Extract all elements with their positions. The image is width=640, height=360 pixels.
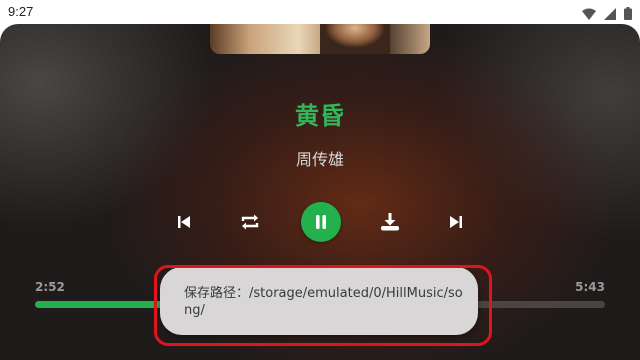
download-icon — [381, 213, 399, 231]
toast-text: 保存路径：/storage/emulated/0/HillMusic/song/ — [184, 286, 463, 318]
repeat-icon — [241, 214, 259, 230]
status-bar: 9:27 — [0, 0, 640, 24]
skip-previous-icon — [178, 216, 190, 228]
pause-icon — [316, 215, 326, 229]
playback-controls — [0, 202, 640, 242]
status-icons — [582, 5, 632, 24]
screen: 9:27 黄昏 周传雄 2:52 5:43 保存路径：/storage/emul… — [0, 0, 640, 360]
previous-button[interactable] — [164, 202, 204, 242]
skip-next-icon — [450, 216, 462, 228]
play-pause-button[interactable] — [301, 202, 341, 242]
elapsed-time: 2:52 — [35, 280, 65, 294]
song-artist: 周传雄 — [295, 150, 344, 169]
status-time: 9:27 — [8, 4, 34, 19]
cellular-signal-icon — [604, 5, 616, 24]
repeat-button[interactable] — [230, 202, 270, 242]
download-button[interactable] — [370, 202, 410, 242]
wifi-icon — [582, 5, 596, 24]
battery-icon — [624, 5, 632, 24]
album-cover — [210, 24, 430, 54]
total-duration: 5:43 — [575, 280, 605, 294]
next-button[interactable] — [436, 202, 476, 242]
song-title: 黄昏 — [295, 102, 345, 130]
toast-message: 保存路径：/storage/emulated/0/HillMusic/song/ — [160, 267, 478, 335]
